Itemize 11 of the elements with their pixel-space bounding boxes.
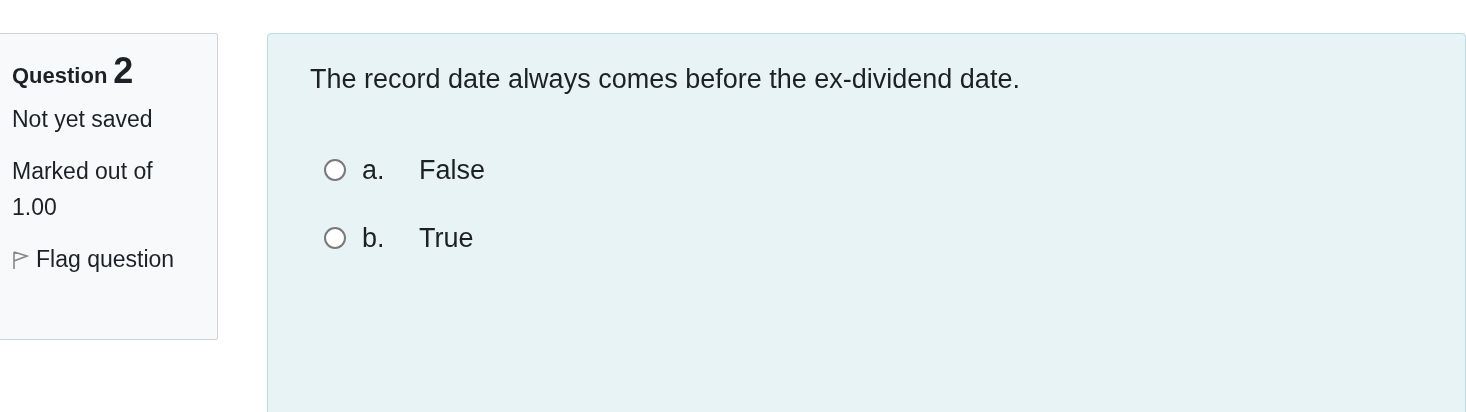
- flag-question-button[interactable]: Flag question: [12, 241, 196, 277]
- radio-button[interactable]: [324, 159, 346, 181]
- question-text: The record date always comes before the ex-dividend date.: [310, 64, 1021, 95]
- question-label: Question: [12, 63, 108, 89]
- answer-option[interactable]: a. False: [310, 153, 1465, 187]
- flag-icon: [12, 250, 30, 270]
- radio-button[interactable]: [324, 227, 346, 249]
- answer-option[interactable]: b. True: [310, 221, 1465, 255]
- question-grade: Marked out of 1.00: [12, 157, 154, 222]
- question-number: 2: [113, 56, 134, 86]
- question-state: Not yet saved: [12, 105, 154, 134]
